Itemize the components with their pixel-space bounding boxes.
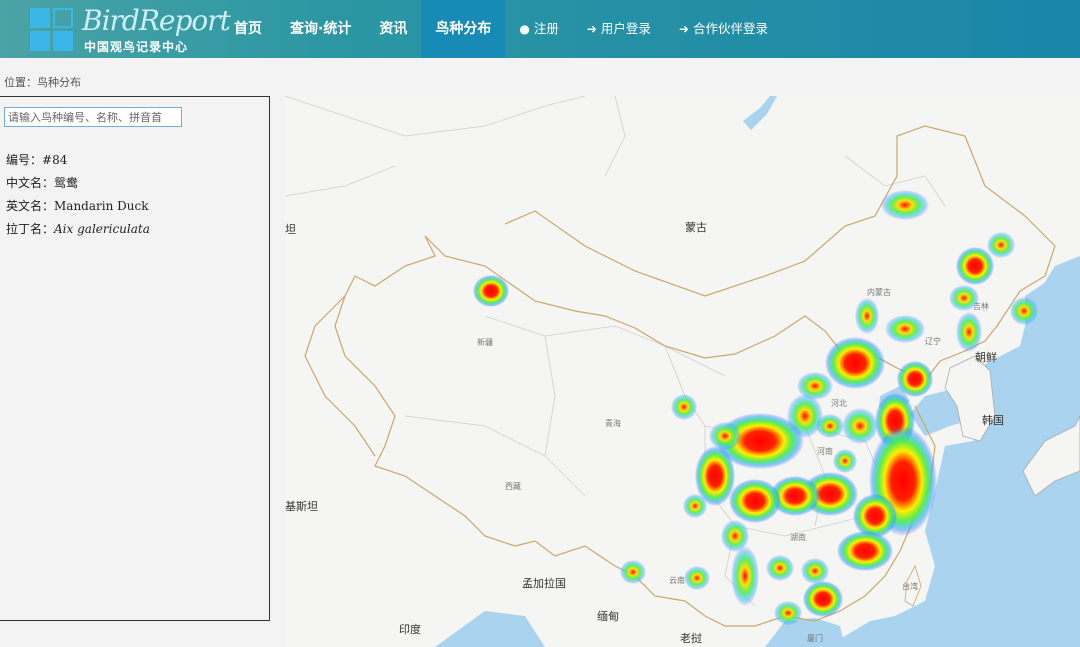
species-latin-name: Aix galericulata [54,222,150,236]
heat-spot [729,479,781,523]
heat-spot [473,275,509,307]
label-henan: 河南 [817,446,833,456]
species-panel: 编号：#84 中文名：鸳鸯 英文名：Mandarin Duck 拉丁名：Aix … [0,96,270,621]
nav-news[interactable]: 资讯 [365,0,421,58]
heat-spot [801,558,829,584]
nav-query-stats[interactable]: 查询·统计 [276,0,365,58]
heat-spot [956,312,982,352]
main-nav: 首页 查询·统计 资讯 鸟种分布 ● 注册 ➜ 用户登录 ➜ 合作伙伴登录 [220,0,782,58]
nav-species-distribution[interactable]: 鸟种分布 [421,0,506,58]
label-qinghai: 青海 [605,418,621,428]
species-number: #84 [42,153,68,167]
species-number-row: 编号：#84 [6,149,150,172]
label-liaoning: 辽宁 [925,336,941,346]
user-icon: ● [519,22,530,36]
species-search-input[interactable] [4,107,182,127]
heat-spot [956,247,994,285]
nav-user-login[interactable]: ➜ 用户登录 [573,0,665,58]
logo-squares [30,8,76,54]
heat-spot [709,422,741,450]
species-cn-row: 中文名：鸳鸯 [6,172,150,195]
heat-spot [881,190,929,220]
heat-spot [766,555,794,581]
heat-spot [1010,297,1038,325]
heat-spot [774,601,802,625]
label-inner-mongolia: 内蒙古 [867,287,891,297]
label-hebei: 河北 [831,398,847,408]
heat-spot [833,449,857,473]
heat-spot [683,494,707,518]
label-pakistan: 基斯坦 [285,499,318,513]
latin-name-label: 拉丁名： [6,222,55,236]
distribution-map[interactable]: 蒙古 新疆 青海 西藏 内蒙古 河北 山西 河南 湖南 吉林 辽宁 云南 台湾 … [285,96,1080,647]
nav-register-label: 注册 [533,21,559,36]
label-korea-south: 韩国 [982,413,1004,427]
logo-text: BirdReport [82,4,231,37]
label-xizang: 西藏 [505,481,521,491]
nav-partner-login-label: 合作伙伴登录 [692,21,768,36]
top-header: BirdReport 中国观鸟记录中心 首页 查询·统计 资讯 鸟种分布 ● 注… [0,0,1080,58]
nav-home[interactable]: 首页 [220,0,276,58]
heat-spot [949,285,979,311]
label-india: 印度 [399,622,421,636]
label-hunan: 湖南 [790,532,806,542]
heat-spot [803,581,843,617]
label-kz: 坦 [285,222,296,236]
nav-user-login-label: 用户登录 [600,21,651,36]
label-taiwan: 台湾 [902,581,918,591]
label-myanmar: 缅甸 [597,609,619,623]
cn-name-label: 中文名： [6,176,55,190]
label-bangladesh: 孟加拉国 [522,576,566,590]
label-mongolia: 蒙古 [685,221,707,234]
heat-spot [620,560,646,584]
heat-spot [825,337,885,389]
number-label: 编号： [6,153,43,167]
heatmap-svg: 蒙古 新疆 青海 西藏 内蒙古 河北 山西 河南 湖南 吉林 辽宁 云南 台湾 … [285,96,1080,647]
label-xinjiang: 新疆 [477,337,493,347]
heat-spot [816,414,844,438]
nav-distribution-label: 鸟种分布 [435,21,492,37]
logo-subtitle: 中国观鸟记录中心 [84,40,189,54]
heat-spot [987,232,1015,258]
label-laos: 老挝 [680,631,702,645]
heat-spot [684,566,710,590]
heat-spot [731,546,759,606]
nav-query-label: 查询·统计 [290,21,352,37]
label-yunnan: 云南 [669,575,685,585]
species-en-row: 英文名：Mandarin Duck [6,195,150,218]
species-info: 编号：#84 中文名：鸳鸯 英文名：Mandarin Duck 拉丁名：Aix … [6,149,150,241]
heat-spot [671,394,697,420]
heat-spot [897,361,933,397]
heat-spot [837,531,893,571]
label-xiamen: 厦门 [807,633,823,643]
heat-spot [842,408,878,444]
nav-news-label: 资讯 [379,21,408,37]
species-latin-row: 拉丁名：Aix galericulata [6,218,150,241]
heat-spot [855,298,879,334]
label-korea-north: 朝鲜 [975,350,997,364]
nav-register[interactable]: ● 注册 [505,0,573,58]
breadcrumb: 位置：鸟种分布 [4,76,81,89]
species-cn-name: 鸳鸯 [54,176,79,190]
species-en-name: Mandarin Duck [54,199,149,213]
login-icon: ➜ [678,22,689,36]
heat-spot [885,315,925,343]
en-name-label: 英文名： [6,199,55,213]
nav-home-label: 首页 [234,21,262,37]
birdreport-logo[interactable]: BirdReport 中国观鸟记录中心 [30,4,231,54]
nav-partner-login[interactable]: ➜ 合作伙伴登录 [665,0,782,58]
login-icon: ➜ [586,22,597,36]
